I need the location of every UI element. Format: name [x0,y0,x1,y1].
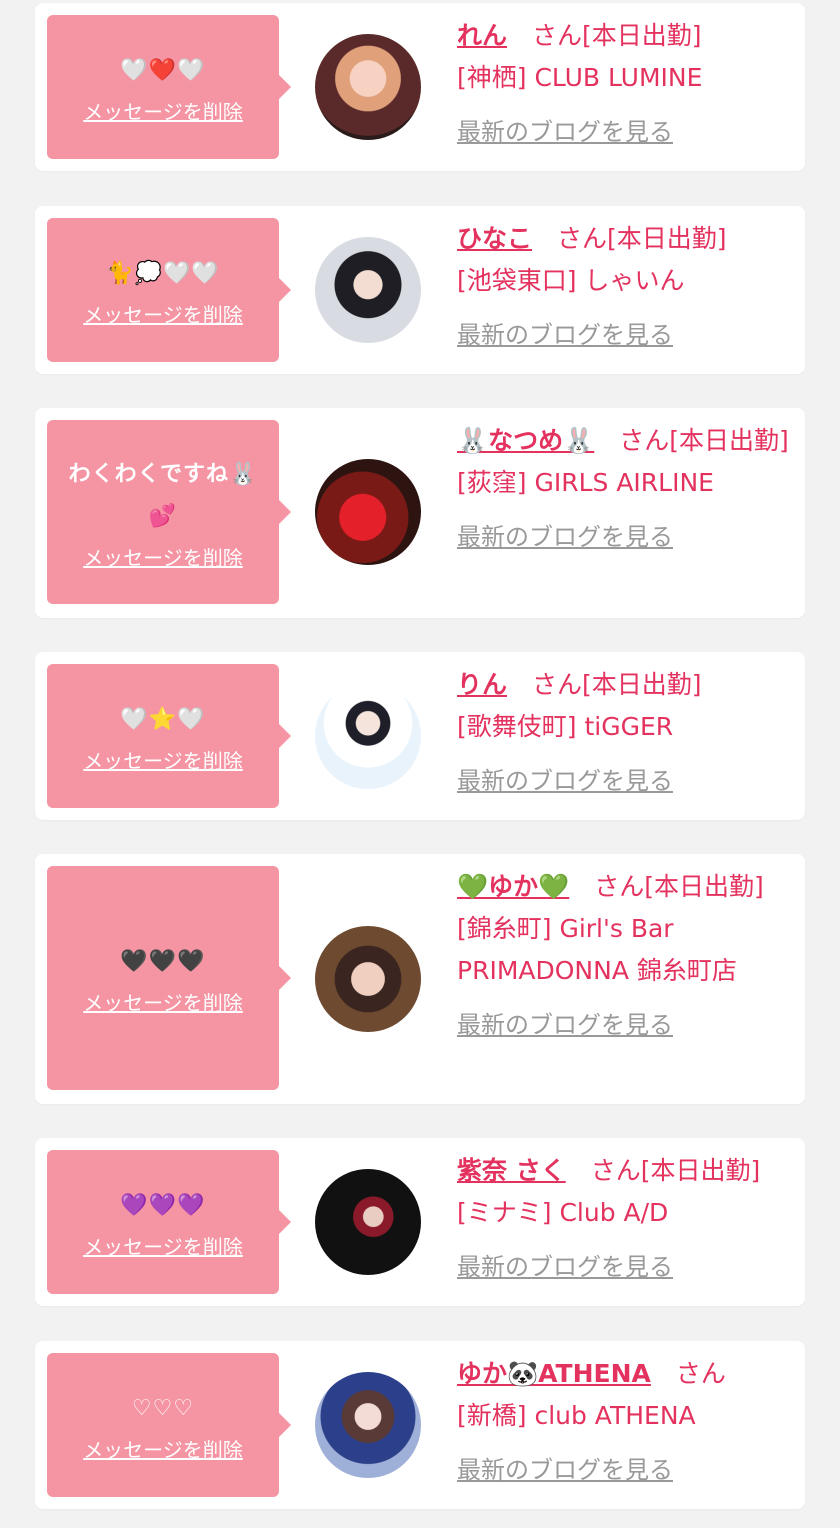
message-card: わくわくですね🐰 💕 メッセージを削除 🐰なつめ🐰 さん[本日出勤] [荻窪] … [35,408,805,618]
delete-message-link[interactable]: メッセージを削除 [83,987,243,1016]
cast-name-link[interactable]: 🐰なつめ🐰 [457,426,594,455]
avatar[interactable] [315,1372,421,1478]
message-card: 🤍❤️🤍 メッセージを削除 れん さん[本日出勤] [神栖] CLUB LUMI… [35,3,805,171]
message-bubble: 🤍❤️🤍 メッセージを削除 [47,15,291,159]
delete-message-link[interactable]: メッセージを削除 [83,745,243,774]
message-card: 🤍⭐🤍 メッセージを削除 りん さん[本日出勤] [歌舞伎町] tiGGER 最… [35,652,805,820]
shop-name: [神栖] CLUB LUMINE [457,63,703,92]
latest-blog-link[interactable]: 最新のブログを見る [457,314,673,356]
shop-name: [錦糸町] Girl's Bar PRIMADONNA 錦糸町店 [457,914,737,985]
shop-name: [歌舞伎町] tiGGER [457,712,674,741]
shop-name: [ミナミ] Club A/D [457,1198,669,1227]
cast-info: ひなこ さん[本日出勤] [池袋東口] しゃいん 最新のブログを見る [457,218,795,356]
message-bubble: 🐈💭🤍🤍 メッセージを削除 [47,218,291,362]
message-list: 🤍❤️🤍 メッセージを削除 れん さん[本日出勤] [神栖] CLUB LUMI… [0,0,840,1528]
message-text: わくわくですね🐰 💕 [68,461,258,529]
delete-message-link[interactable]: メッセージを削除 [83,299,243,328]
message-bubble: 🖤🖤🖤 メッセージを削除 [47,866,291,1090]
cast-info: りん さん[本日出勤] [歌舞伎町] tiGGER 最新のブログを見る [457,664,795,802]
cast-info: れん さん[本日出勤] [神栖] CLUB LUMINE 最新のブログを見る [457,15,795,153]
latest-blog-link[interactable]: 最新のブログを見る [457,1246,673,1288]
avatar[interactable] [315,683,421,789]
message-bubble: 💜💜💜 メッセージを削除 [47,1150,291,1294]
delete-message-link[interactable]: メッセージを削除 [83,542,243,571]
message-card: ♡♡♡ メッセージを削除 ゆか🐼ATHENA さん [新橋] club ATHE… [35,1341,805,1509]
latest-blog-link[interactable]: 最新のブログを見る [457,516,673,558]
avatar[interactable] [315,926,421,1032]
cast-name-link[interactable]: 💚ゆか💚 [457,872,569,901]
shop-name: [荻窪] GIRLS AIRLINE [457,468,714,497]
message-text: 💜💜💜 [120,1192,206,1218]
cast-status: さん[本日出勤] [557,224,727,253]
message-text: 🐈💭🤍🤍 [106,260,220,286]
message-text: ♡♡♡ [131,1395,195,1421]
shop-name: [池袋東口] しゃいん [457,266,685,295]
shop-name: [新橋] club ATHENA [457,1401,696,1430]
delete-message-link[interactable]: メッセージを削除 [83,1434,243,1463]
cast-info: ゆか🐼ATHENA さん [新橋] club ATHENA 最新のブログを見る [457,1353,795,1491]
latest-blog-link[interactable]: 最新のブログを見る [457,111,673,153]
cast-info: 💚ゆか💚 さん[本日出勤] [錦糸町] Girl's Bar PRIMADONN… [457,866,795,1046]
cast-info: 🐰なつめ🐰 さん[本日出勤] [荻窪] GIRLS AIRLINE 最新のブログ… [457,420,795,558]
cast-info: 紫奈 さく さん[本日出勤] [ミナミ] Club A/D 最新のブログを見る [457,1150,795,1288]
message-card: 🖤🖤🖤 メッセージを削除 💚ゆか💚 さん[本日出勤] [錦糸町] Girl's … [35,854,805,1104]
latest-blog-link[interactable]: 最新のブログを見る [457,760,673,802]
message-text: 🤍⭐🤍 [120,706,206,732]
message-bubble: 🤍⭐🤍 メッセージを削除 [47,664,291,808]
cast-status: さん[本日出勤] [619,426,789,455]
message-text: 🖤🖤🖤 [120,948,206,974]
cast-status: さん[本日出勤] [532,670,702,699]
cast-name-link[interactable]: ゆか🐼ATHENA [457,1359,651,1388]
latest-blog-link[interactable]: 最新のブログを見る [457,1449,673,1491]
cast-status: さん [675,1359,726,1388]
cast-status: さん[本日出勤] [532,21,702,50]
message-text: 🤍❤️🤍 [120,57,206,83]
cast-status: さん[本日出勤] [590,1156,761,1185]
cast-status: さん[本日出勤] [594,872,764,901]
cast-name-link[interactable]: りん [457,670,507,699]
avatar[interactable] [315,459,421,565]
message-card: 🐈💭🤍🤍 メッセージを削除 ひなこ さん[本日出勤] [池袋東口] しゃいん 最… [35,206,805,374]
message-card: 💜💜💜 メッセージを削除 紫奈 さく さん[本日出勤] [ミナミ] Club A… [35,1138,805,1306]
avatar[interactable] [315,1169,421,1275]
message-bubble: ♡♡♡ メッセージを削除 [47,1353,291,1497]
delete-message-link[interactable]: メッセージを削除 [83,1231,243,1260]
latest-blog-link[interactable]: 最新のブログを見る [457,1004,673,1046]
cast-name-link[interactable]: れん [457,21,507,50]
avatar[interactable] [315,237,421,343]
avatar[interactable] [315,34,421,140]
message-bubble: わくわくですね🐰 💕 メッセージを削除 [47,420,291,604]
delete-message-link[interactable]: メッセージを削除 [83,96,243,125]
cast-name-link[interactable]: ひなこ [457,224,532,253]
cast-name-link[interactable]: 紫奈 さく [457,1156,566,1185]
